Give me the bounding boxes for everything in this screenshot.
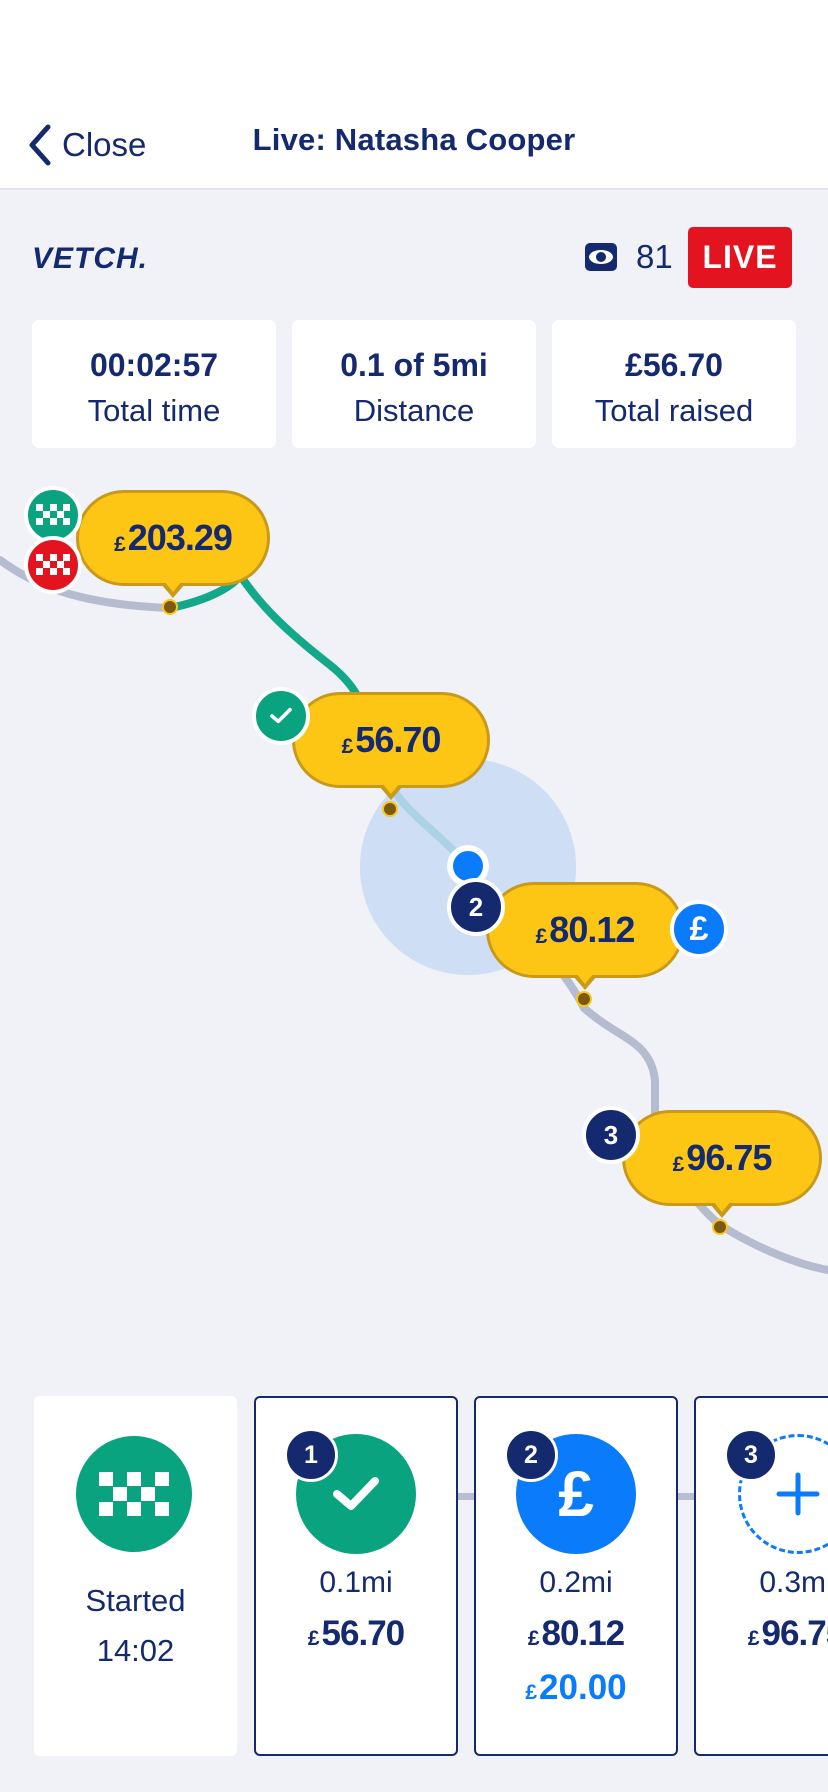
split-number: 1 xyxy=(284,1428,338,1482)
split-marker-3: 3 xyxy=(582,1106,640,1164)
donation-bubble-split-1[interactable]: £56.70 xyxy=(292,692,490,800)
donation-bubble-split-3[interactable]: £96.75 xyxy=(622,1110,822,1218)
split-amount: £96.75 xyxy=(747,1614,828,1653)
eye-icon xyxy=(585,243,617,271)
split-card-3[interactable]: 3 0.3mi £96.75 xyxy=(694,1396,828,1756)
finish-flag-icon xyxy=(24,536,82,594)
live-badge: LIVE xyxy=(688,227,792,288)
start-flag-icon xyxy=(76,1436,192,1552)
stat-card-time: 00:02:57 Total time xyxy=(32,320,276,448)
split-distance: 0.3mi xyxy=(759,1566,828,1599)
stat-value: 0.1 of 5mi xyxy=(340,347,488,383)
stat-label: Total raised xyxy=(594,393,754,428)
stat-value: £56.70 xyxy=(625,347,723,383)
donation-bubble-split-2[interactable]: £80.12 xyxy=(486,882,684,990)
donation-bubble-finish[interactable]: £203.29 xyxy=(76,490,270,598)
split-marker-2: 2 xyxy=(447,878,505,936)
viewer-count: 81 xyxy=(636,238,673,275)
split-number: 3 xyxy=(724,1428,778,1482)
split-card-1[interactable]: 1 0.1mi £56.70 xyxy=(254,1396,458,1756)
split-card-2[interactable]: £ 2 0.2mi £80.12 £20.00 xyxy=(474,1396,678,1756)
status-bar xyxy=(0,0,828,100)
viewer-counter: 81 xyxy=(584,238,673,276)
stat-card-raised: £56.70 Total raised xyxy=(552,320,796,448)
stat-card-distance: 0.1 of 5mi Distance xyxy=(292,320,536,448)
split-distance: 0.1mi xyxy=(319,1566,393,1599)
brand-logo: VETCH. xyxy=(32,242,149,275)
split-number: 2 xyxy=(504,1428,558,1482)
pound-icon: £ xyxy=(670,900,728,958)
stat-value: 00:02:57 xyxy=(89,347,219,383)
route-map[interactable]: £203.29 £56.70 £80.12 £96.75 2 £ 3 xyxy=(0,460,828,1340)
split-amount: £80.12 xyxy=(527,1614,625,1653)
split-distance: 0.2mi xyxy=(539,1566,613,1599)
split-amount: £56.70 xyxy=(307,1614,405,1653)
stat-label: Total time xyxy=(87,393,221,428)
start-label: Started 14:02 xyxy=(85,1583,186,1668)
page-title: Live: Natasha Cooper xyxy=(252,122,576,157)
nav-bar: Close Live: Natasha Cooper xyxy=(0,100,828,190)
stat-label: Distance xyxy=(353,393,475,428)
check-icon xyxy=(252,687,310,745)
split-pledge-amount: £20.00 xyxy=(525,1668,627,1707)
start-card[interactable]: Started 14:02 xyxy=(34,1396,237,1756)
